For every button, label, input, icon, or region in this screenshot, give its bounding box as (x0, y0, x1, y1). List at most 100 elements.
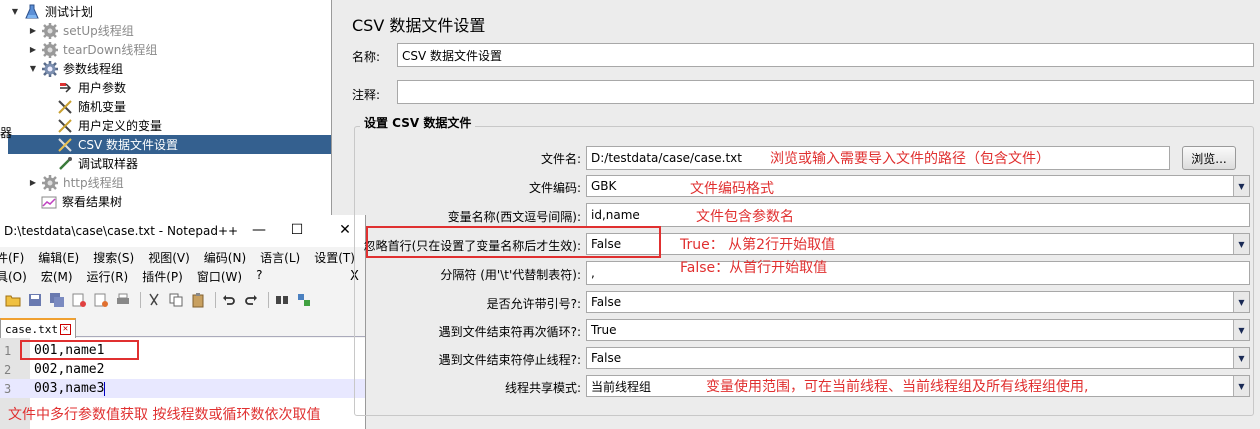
gear-icon (41, 60, 59, 77)
chevron-down-icon[interactable]: ▼ (1233, 348, 1249, 368)
tree-item-label: 随机变量 (78, 100, 127, 114)
sharing-mode-label: 线程共享模式: (504, 381, 581, 395)
annotation-path: 浏览或输入需要导入文件的路径（包含文件） (770, 151, 1050, 167)
browse-button[interactable]: 浏览... (1182, 146, 1236, 170)
expand-toggle-icon[interactable]: ▼ (10, 7, 20, 16)
menu-file[interactable]: 件(F) (0, 249, 24, 267)
tree-item-http-thread-group[interactable]: ▶ http线程组 (28, 173, 124, 192)
save-all-icon[interactable] (48, 291, 66, 309)
tab-case-txt[interactable]: case.txt ✕ (0, 318, 76, 338)
menu-macro[interactable]: 宏(M) (41, 268, 73, 286)
recycle-on-eof-select[interactable]: True ▼ (586, 319, 1250, 341)
menu-window[interactable]: 窗口(W) (197, 268, 242, 286)
chevron-down-icon[interactable]: ▼ (1233, 292, 1249, 312)
tree-item-test-plan[interactable]: ▼ 测试计划 (10, 2, 93, 21)
copy-icon[interactable] (167, 291, 185, 309)
tree-item-csv-data-set[interactable]: CSV 数据文件设置 (8, 135, 331, 154)
chevron-down-icon[interactable]: ▼ (1233, 176, 1249, 196)
annotation-notepad: 文件中多行参数值获取 按线程数或循环数依次取值 (8, 407, 321, 423)
tree-item-view-results-tree[interactable]: 察看结果树 (40, 192, 122, 211)
notepad-toolbar (0, 288, 365, 312)
replace-icon[interactable] (295, 291, 313, 309)
print-icon[interactable] (114, 291, 132, 309)
toolbar-separator (140, 292, 141, 308)
gear-icon (41, 41, 59, 58)
tree-item-label: 察看结果树 (62, 195, 123, 209)
maximize-button[interactable]: ☐ (282, 220, 312, 240)
chevron-down-icon[interactable]: ▼ (1233, 320, 1249, 340)
paste-icon[interactable] (189, 291, 207, 309)
undo-icon[interactable] (220, 291, 238, 309)
allow-quoted-select[interactable]: False ▼ (586, 291, 1250, 313)
editor-line[interactable]: 2 002,name2 (0, 360, 365, 379)
stop-thread-on-eof-label: 遇到文件结束符停止线程?: (438, 353, 581, 367)
recycle-on-eof-value: True (591, 323, 617, 337)
chart-icon (40, 194, 58, 210)
highlight-box-ignore-first-line (366, 226, 661, 258)
user-param-icon (56, 80, 74, 96)
toolbar-separator (268, 292, 269, 308)
open-file-icon[interactable] (4, 291, 22, 309)
close-file-icon[interactable] (70, 291, 88, 309)
menu-encoding[interactable]: 编码(N) (204, 249, 246, 267)
encoding-select[interactable]: GBK ▼ (586, 175, 1250, 197)
annotation-false: False：从首行开始取值 (680, 260, 828, 276)
menu-view[interactable]: 视图(V) (148, 249, 190, 267)
line-number: 3 (4, 381, 12, 396)
scissors-icon (56, 99, 74, 115)
menu-language[interactable]: 语言(L) (260, 249, 300, 267)
stop-thread-on-eof-select[interactable]: False ▼ (586, 347, 1250, 369)
find-icon[interactable] (273, 291, 291, 309)
text-caret (104, 381, 106, 396)
close-all-icon[interactable] (92, 291, 110, 309)
tree-item-user-params[interactable]: 用户参数 (56, 78, 126, 97)
chevron-down-icon[interactable]: ▼ (1233, 376, 1249, 396)
tree-item-user-defined-variables[interactable]: 用户定义的变量 (56, 116, 162, 135)
line-number: 2 (4, 362, 12, 377)
tree-item-param-thread-group[interactable]: ▼ 参数线程组 (28, 59, 123, 78)
test-plan-tree: ▼ 测试计划 ▶ setUp线程组 ▶ tearDown线程组 ▼ 参数线程组 … (0, 0, 332, 215)
tree-item-teardown-thread-group[interactable]: ▶ tearDown线程组 (28, 40, 157, 59)
menu-plugins[interactable]: 插件(P) (142, 268, 183, 286)
encoding-label: 文件编码: (528, 181, 581, 195)
gear-icon (41, 22, 59, 39)
menu-help[interactable]: ? (256, 268, 262, 286)
scissors-icon (56, 118, 74, 134)
tree-item-random-variable[interactable]: 随机变量 (56, 97, 126, 116)
close-tab-icon[interactable]: ✕ (59, 323, 71, 335)
allow-quoted-value: False (591, 295, 622, 309)
tree-item-debug-sampler[interactable]: 调试取样器 (56, 154, 138, 173)
encoding-value: GBK (591, 179, 617, 193)
line-text: 003,name3 (34, 381, 105, 396)
cut-icon[interactable] (145, 291, 163, 309)
notepad-menubar: 件(F) 编辑(E) 搜索(S) 视图(V) 编码(N) 语言(L) 设置(T) (0, 249, 365, 267)
tree-item-setup-thread-group[interactable]: ▶ setUp线程组 (28, 21, 134, 40)
allow-quoted-label: 是否允许带引号?: (486, 297, 581, 311)
notepad-window-title: D:\testdata\case\case.txt - Notepad++ (4, 224, 239, 238)
annotation-encoding: 文件编码格式 (690, 181, 774, 197)
tree-item-label: tearDown线程组 (63, 43, 158, 57)
annotation-sharing: 变量使用范围，可在当前线程、当前线程组及所有线程组使用, (706, 379, 1089, 395)
expand-toggle-icon[interactable]: ▼ (28, 64, 38, 73)
redo-icon[interactable] (242, 291, 260, 309)
expand-toggle-icon[interactable]: ▶ (28, 45, 38, 54)
menu-edit[interactable]: 编辑(E) (38, 249, 79, 267)
save-icon[interactable] (26, 291, 44, 309)
expand-toggle-icon[interactable]: ▶ (28, 178, 38, 187)
tree-item-label: CSV 数据文件设置 (78, 138, 179, 152)
minimize-button[interactable]: — (244, 220, 274, 240)
tab-label: case.txt (5, 322, 58, 336)
pipette-icon (56, 156, 74, 172)
variable-names-input[interactable]: id,name (586, 203, 1250, 227)
editor-line-current[interactable]: 3 003,name3 (0, 379, 365, 398)
menu-run[interactable]: 运行(R) (87, 268, 129, 286)
chevron-down-icon[interactable]: ▼ (1233, 234, 1249, 254)
menu-tools[interactable]: 具(O) (0, 268, 27, 286)
menu-search[interactable]: 搜索(S) (93, 249, 134, 267)
gear-icon (41, 174, 59, 191)
expand-toggle-icon[interactable]: ▶ (28, 26, 38, 35)
recycle-on-eof-label: 遇到文件结束符再次循环?: (438, 325, 581, 339)
stop-thread-on-eof-value: False (591, 351, 622, 365)
label-column: 文件名: 文件编码: 变量名称(西文逗号间隔): 忽略首行(只在设置了变量名称后… (340, 0, 581, 429)
tree-item-label: 用户参数 (78, 81, 127, 95)
